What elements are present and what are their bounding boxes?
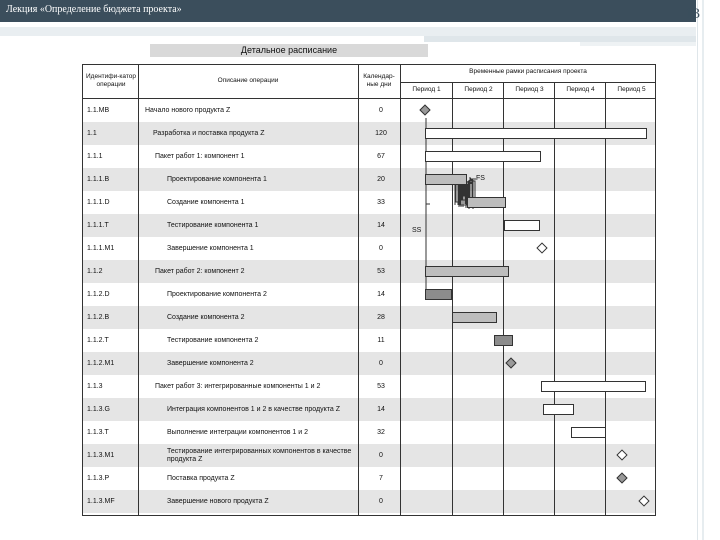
- gantt-bar: [541, 381, 646, 392]
- slide-side-decor: [697, 0, 720, 540]
- schedule-figure: Детальное расписание Идентифи-катор опер…: [80, 44, 658, 518]
- slide-number: 13: [685, 6, 700, 22]
- gantt-bar: [425, 266, 509, 277]
- dependency-label-fs: FS: [476, 175, 485, 182]
- gantt-bar: [571, 427, 606, 438]
- gantt-bar: [425, 151, 541, 162]
- dependency-label-ss: SS: [412, 227, 422, 234]
- gantt-bar: [425, 289, 452, 300]
- header-decor-strip: [0, 27, 696, 36]
- gantt-bar: [543, 404, 574, 415]
- lecture-title: Лекция «Определение бюджета проекта»: [6, 4, 182, 15]
- dependency-links: [425, 118, 476, 300]
- gantt-bar: [467, 197, 506, 208]
- slide-header-bar: Лекция «Определение бюджета проекта»: [0, 0, 696, 22]
- gantt-bar: [494, 335, 513, 346]
- gantt-bar: [504, 220, 540, 231]
- gantt-bar: [452, 312, 497, 323]
- gantt-bar: [425, 174, 467, 185]
- gantt-bar: [425, 128, 647, 139]
